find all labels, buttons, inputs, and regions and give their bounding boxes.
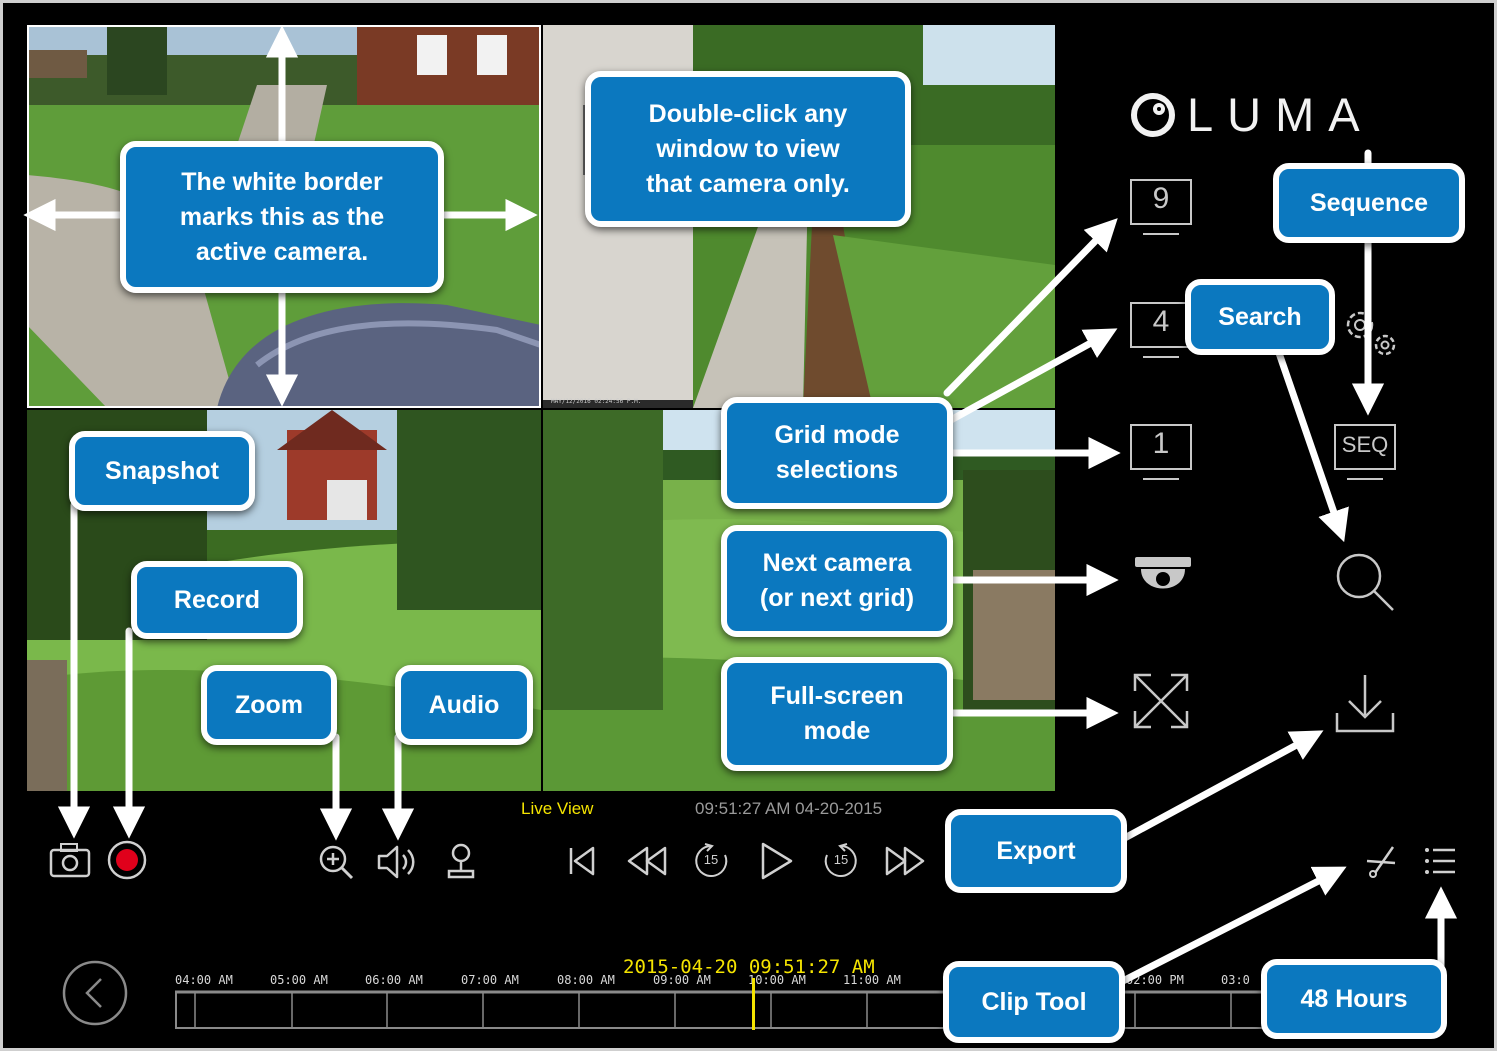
- timeline-playhead[interactable]: [752, 978, 755, 1030]
- callout-active-camera: The white border marks this as the activ…: [120, 141, 444, 293]
- fullscreen-icon[interactable]: [1131, 671, 1191, 731]
- sequence-label: SEQ: [1341, 432, 1389, 457]
- search-icon[interactable]: [1331, 548, 1397, 614]
- forward-15-icon[interactable]: 15: [823, 843, 859, 879]
- next-camera-icon[interactable]: [1131, 553, 1195, 605]
- fast-forward-icon[interactable]: [883, 845, 927, 877]
- callout-zoom: Zoom: [201, 665, 337, 745]
- rewind-icon[interactable]: [625, 845, 669, 877]
- clock-readout: 09:51:27 AM 04-20-2015: [695, 799, 883, 818]
- record-button-icon[interactable]: [106, 839, 148, 881]
- camera-2-timestamp: MAY/12/2016 02:24:56 P.M.: [551, 398, 641, 405]
- callout-48-hours: 48 Hours: [1261, 959, 1447, 1039]
- timeline-tick: 08:00 AM: [557, 973, 615, 987]
- timeline-tick: 02:00 PM: [1126, 973, 1184, 987]
- timeline-tick: 05:00 AM: [270, 973, 328, 987]
- settings-gear-icon[interactable]: [1335, 303, 1405, 363]
- brand-name: LUMA: [1187, 88, 1374, 141]
- timeline-tick: 07:00 AM: [461, 973, 519, 987]
- snapshot-camera-icon[interactable]: [49, 841, 91, 879]
- callout-search: Search: [1185, 279, 1335, 355]
- timeline-track[interactable]: [175, 990, 1405, 1030]
- callout-double-click: Double-click any window to view that cam…: [585, 71, 911, 227]
- play-icon[interactable]: [757, 841, 797, 881]
- timeline-tick: 10:00 AM: [748, 973, 806, 987]
- timeline-tick: 04:00 AM: [175, 973, 233, 987]
- callout-clip-tool: Clip Tool: [943, 961, 1125, 1043]
- timeline-tick: 03:0: [1221, 973, 1250, 987]
- timeline-tick: 11:00 AM: [843, 973, 901, 987]
- callout-sequence: Sequence: [1273, 163, 1465, 243]
- ptz-pin-icon[interactable]: [443, 841, 479, 881]
- grid-1-label: 1: [1152, 427, 1170, 460]
- replay-15-label: 15: [703, 852, 719, 867]
- timeline-tick: 09:00 AM: [653, 973, 711, 987]
- forward-15-label: 15: [833, 852, 849, 867]
- callout-next-camera: Next camera (or next grid): [721, 525, 953, 637]
- callout-record: Record: [131, 561, 303, 639]
- callout-export: Export: [945, 809, 1127, 893]
- app-window: MAY/12/2016 02:24:56 P.M. LUMA 9 4 1 SEQ…: [0, 0, 1497, 1051]
- audio-speaker-icon[interactable]: [375, 843, 419, 881]
- grid-9-label: 9: [1152, 182, 1170, 215]
- luma-logo: LUMA: [1125, 87, 1415, 148]
- callout-audio: Audio: [395, 665, 533, 745]
- live-view-label: Live View: [521, 799, 594, 818]
- sequence-button[interactable]: SEQ: [1333, 423, 1397, 487]
- replay-15-icon[interactable]: 15: [693, 843, 729, 879]
- timeline-tick: 06:00 AM: [365, 973, 423, 987]
- timeline-back-button[interactable]: [61, 959, 129, 1027]
- callout-full-screen: Full-screen mode: [721, 657, 953, 771]
- grid-1-button[interactable]: 1: [1129, 423, 1193, 487]
- callout-grid-mode: Grid mode selections: [721, 397, 953, 509]
- zoom-in-icon[interactable]: [317, 843, 355, 881]
- skip-to-start-icon[interactable]: [567, 845, 597, 877]
- callout-snapshot: Snapshot: [69, 431, 255, 511]
- grid-4-label: 4: [1152, 305, 1170, 338]
- export-download-icon[interactable]: [1333, 671, 1397, 735]
- clip-tool-scissors-icon[interactable]: [1363, 843, 1399, 879]
- grid-9-button[interactable]: 9: [1129, 178, 1193, 242]
- list-48-hours-icon[interactable]: [1423, 845, 1457, 877]
- grid-4-button[interactable]: 4: [1129, 301, 1193, 365]
